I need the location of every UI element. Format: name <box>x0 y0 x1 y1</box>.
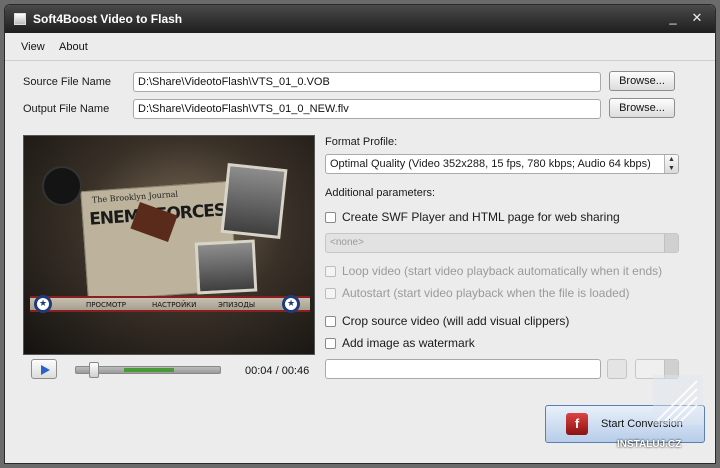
site-watermark-logo <box>653 375 703 425</box>
loop-video-label: Loop video (start video playback automat… <box>342 264 663 278</box>
checkbox-box[interactable] <box>325 288 336 299</box>
video-frame: The Brooklyn Journal ENEMY FORCES ★ ПРОС… <box>24 136 314 354</box>
seek-bar[interactable] <box>75 362 221 378</box>
source-browse-button[interactable]: Browse... <box>609 71 675 91</box>
video-preview: The Brooklyn Journal ENEMY FORCES ★ ПРОС… <box>23 135 315 355</box>
minimize-button[interactable]: _ <box>665 10 681 26</box>
photo-prop <box>220 163 288 239</box>
menu-about[interactable]: About <box>59 41 88 53</box>
checkbox-box[interactable] <box>325 212 336 223</box>
watermark-label: Add image as watermark <box>342 336 475 350</box>
play-button[interactable] <box>31 359 57 379</box>
watermark-checkbox[interactable]: Add image as watermark <box>325 336 685 352</box>
crop-video-checkbox[interactable]: Crop source video (will add visual clipp… <box>325 314 685 330</box>
play-icon <box>41 365 50 375</box>
window-title: Soft4Boost Video to Flash <box>33 12 183 26</box>
swf-player-label: Create SWF Player and HTML page for web … <box>342 210 620 224</box>
seek-thumb[interactable] <box>89 362 99 378</box>
checkbox-box[interactable] <box>325 266 336 277</box>
app-icon <box>14 13 26 25</box>
additional-params-label: Additional parameters: <box>325 187 436 199</box>
player-controls: 00:04 / 00:46 <box>23 357 315 383</box>
format-profile-value: Optimal Quality (Video 352x288, 15 fps, … <box>330 158 651 170</box>
dropdown-arrow-icon <box>664 234 678 252</box>
player-skin-value: <none> <box>330 237 364 248</box>
menu-view[interactable]: View <box>21 41 45 53</box>
source-file-field[interactable]: D:\Share\VideotoFlash\VTS_01_0.VOB <box>133 72 601 92</box>
watermark-path-field[interactable] <box>325 359 601 379</box>
spinner-arrows-icon[interactable]: ▲ ▼ <box>664 155 678 173</box>
loop-video-checkbox[interactable]: Loop video (start video playback automat… <box>325 264 685 280</box>
title-bar: Soft4Boost Video to Flash _ ✕ <box>5 5 715 33</box>
rotary-phone-prop <box>42 166 82 206</box>
output-browse-button[interactable]: Browse... <box>609 98 675 118</box>
newspaper-masthead: The Brooklyn Journal <box>91 189 179 205</box>
site-watermark-text: INSTALUJ.CZ <box>617 439 682 450</box>
format-profile-label: Format Profile: <box>325 136 398 148</box>
menu-bar: View About <box>5 33 715 61</box>
dvd-menu-play: ПРОСМОТР <box>86 301 126 309</box>
time-readout: 00:04 / 00:46 <box>245 365 310 377</box>
dvd-menu-strip: ★ ПРОСМОТР НАСТРОЙКИ ЭПИЗОДЫ ★ <box>30 295 310 313</box>
checkbox-box[interactable] <box>325 338 336 349</box>
star-icon: ★ <box>34 295 52 313</box>
app-window: Soft4Boost Video to Flash _ ✕ View About… <box>4 4 716 464</box>
seek-buffer <box>124 368 174 372</box>
swf-player-checkbox[interactable]: Create SWF Player and HTML page for web … <box>325 210 665 226</box>
format-profile-select[interactable]: Optimal Quality (Video 352x288, 15 fps, … <box>325 154 679 174</box>
crop-video-label: Crop source video (will add visual clipp… <box>342 314 570 328</box>
autostart-checkbox[interactable]: Autostart (start video playback when the… <box>325 286 685 302</box>
player-skin-select[interactable]: <none> <box>325 233 679 253</box>
star-icon: ★ <box>282 295 300 313</box>
dvd-menu-episodes: ЭПИЗОДЫ <box>218 301 256 309</box>
output-file-label: Output File Name <box>23 103 110 115</box>
output-file-field[interactable]: D:\Share\VideotoFlash\VTS_01_0_NEW.flv <box>133 99 601 119</box>
watermark-browse-button[interactable] <box>607 359 627 379</box>
photo-prop-2 <box>194 239 258 295</box>
autostart-label: Autostart (start video playback when the… <box>342 286 630 300</box>
close-button[interactable]: ✕ <box>689 10 705 26</box>
flash-icon: f <box>566 413 588 435</box>
dvd-menu-settings: НАСТРОЙКИ <box>152 301 197 309</box>
source-file-label: Source File Name <box>23 76 112 88</box>
checkbox-box[interactable] <box>325 316 336 327</box>
